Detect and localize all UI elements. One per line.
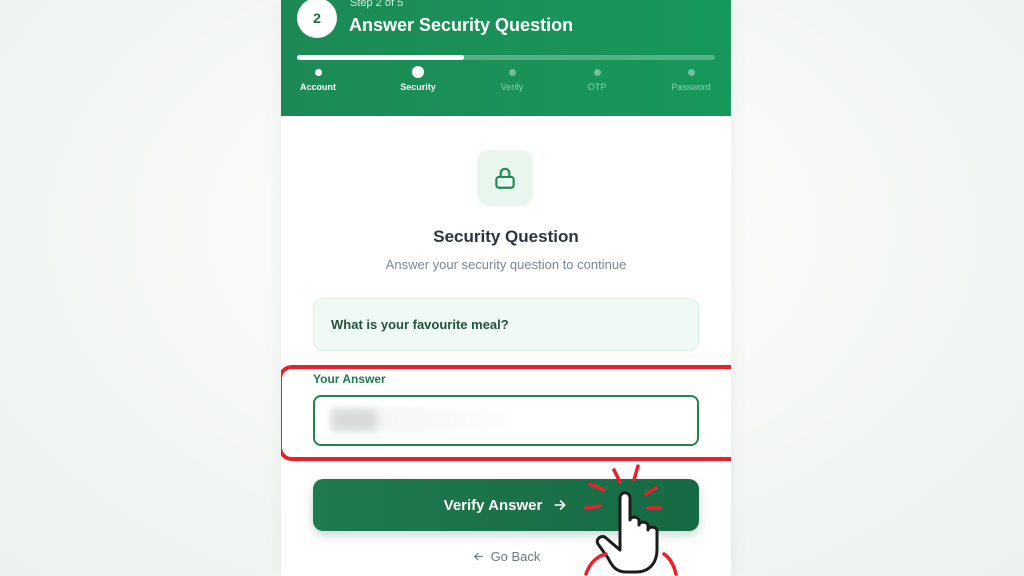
hand-cursor-icon — [584, 464, 678, 576]
step-security: Security — [378, 66, 458, 92]
step-label: Security — [400, 82, 436, 92]
step-label: Account — [300, 82, 336, 92]
step-otp: OTP — [557, 66, 637, 92]
lock-icon-box — [477, 150, 533, 206]
highlight-frame — [281, 365, 731, 461]
lock-icon — [495, 167, 515, 189]
step-label: Password — [671, 82, 711, 92]
step-password: Password — [651, 66, 731, 92]
step-dot — [314, 69, 322, 76]
step-label: OTP — [587, 82, 607, 92]
step-account: Account — [281, 66, 358, 92]
step-verify: Verify — [472, 66, 552, 92]
card-header: 2 Step 2 of 5 Answer Security Question A… — [281, 0, 731, 116]
step-label: Verify — [500, 82, 524, 92]
arrow-right-icon — [554, 500, 566, 510]
security-question: What is your favourite meal? — [313, 298, 699, 351]
step-indicator: Account Security Verify OTP Password — [281, 66, 731, 100]
verify-answer-label: Verify Answer — [443, 496, 543, 514]
section-title: Security Question — [433, 227, 579, 246]
step-dot — [593, 69, 601, 76]
step-number-badge: 2 — [297, 0, 337, 38]
arrow-left-icon — [473, 552, 483, 561]
step-dot — [687, 69, 695, 76]
go-back-label: Go Back — [490, 549, 541, 564]
progress-fill — [297, 55, 465, 60]
step-dot — [412, 66, 424, 78]
progress-track — [297, 55, 715, 60]
step-counter: Step 2 of 5 — [350, 0, 404, 9]
step-dot — [508, 69, 516, 76]
page-title: Answer Security Question — [349, 15, 574, 35]
section-subtitle: Answer your security question to continu… — [385, 257, 627, 272]
